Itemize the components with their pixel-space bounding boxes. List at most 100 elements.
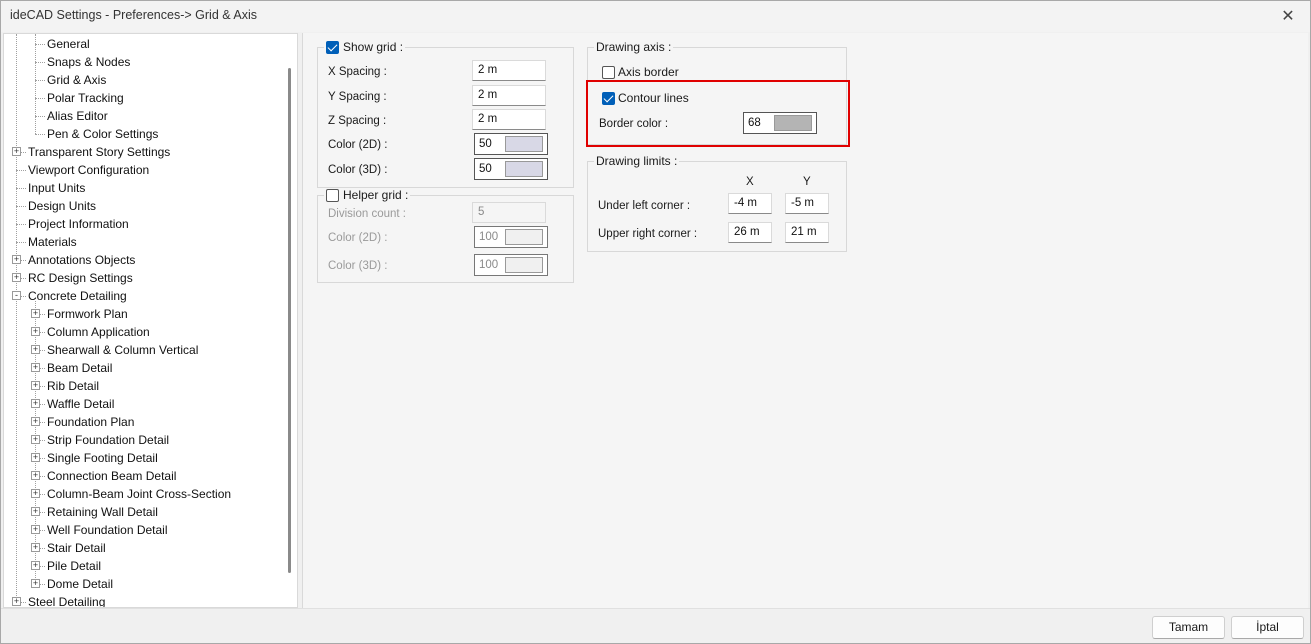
show-grid-header[interactable]: Show grid :	[324, 40, 406, 54]
helper-color-3d-label: Color (3D) :	[328, 260, 388, 272]
expand-icon[interactable]: +	[31, 507, 40, 516]
tree-item[interactable]: General	[4, 35, 286, 53]
highlight-box	[586, 80, 850, 147]
color-2d-value: 50	[479, 138, 492, 150]
tree-item-label: Single Footing Detail	[47, 451, 158, 465]
expand-icon[interactable]: +	[31, 399, 40, 408]
collapse-icon[interactable]: -	[12, 291, 21, 300]
tree-item[interactable]: + Annotations Objects	[4, 251, 286, 269]
division-count-input[interactable]: 5	[472, 202, 546, 223]
window-title: ideCAD Settings - Preferences-> Grid & A…	[10, 8, 257, 22]
tree-item[interactable]: Input Units	[4, 179, 286, 197]
axis-border-option[interactable]: Axis border	[602, 65, 679, 79]
tree-item[interactable]: + Column Application	[4, 323, 286, 341]
tree-item[interactable]: Pen & Color Settings	[4, 125, 286, 143]
tree-item-label: Rib Detail	[47, 379, 100, 393]
x-spacing-input[interactable]: 2 m	[472, 60, 546, 81]
helper-grid-checkbox[interactable]	[326, 188, 339, 202]
upper-right-label: Upper right corner :	[598, 228, 698, 240]
expand-icon[interactable]: +	[31, 363, 40, 372]
tree-item[interactable]: Snaps & Nodes	[4, 53, 286, 71]
title-bar: ideCAD Settings - Preferences-> Grid & A…	[0, 0, 1311, 32]
tree-item[interactable]: + Retaining Wall Detail	[4, 503, 286, 521]
tree-item[interactable]: + Beam Detail	[4, 359, 286, 377]
expand-icon[interactable]: +	[31, 579, 40, 588]
tree-item[interactable]: + Formwork Plan	[4, 305, 286, 323]
expand-icon[interactable]: +	[12, 597, 21, 606]
tree-scrollbar[interactable]	[283, 34, 297, 607]
under-left-y-input[interactable]: -5 m	[785, 193, 829, 214]
tree-item[interactable]: Viewport Configuration	[4, 161, 286, 179]
tree-item-label: Waffle Detail	[47, 397, 115, 411]
expand-icon[interactable]: +	[12, 255, 21, 264]
tree-item-label: Stair Detail	[47, 541, 106, 555]
expand-icon[interactable]: +	[12, 147, 21, 156]
tree-item[interactable]: + Transparent Story Settings	[4, 143, 286, 161]
tree-item-label: Foundation Plan	[47, 415, 135, 429]
tree-item[interactable]: + Pile Detail	[4, 557, 286, 575]
expand-icon[interactable]: +	[12, 273, 21, 282]
upper-right-x-input[interactable]: 26 m	[728, 222, 772, 243]
tree-item[interactable]: Design Units	[4, 197, 286, 215]
helper-color-2d-picker[interactable]: 100	[474, 226, 548, 248]
tree-item[interactable]: + Foundation Plan	[4, 413, 286, 431]
helper-color-3d-picker[interactable]: 100	[474, 254, 548, 276]
expand-icon[interactable]: +	[31, 345, 40, 354]
expand-icon[interactable]: +	[31, 471, 40, 480]
axis-border-label: Axis border	[618, 65, 679, 79]
helper-color-3d-value: 100	[479, 259, 499, 271]
tree-item[interactable]: Grid & Axis	[4, 71, 286, 89]
ok-button[interactable]: Tamam	[1152, 616, 1225, 639]
expand-icon[interactable]: +	[31, 309, 40, 318]
tree-item-label: Viewport Configuration	[28, 163, 150, 177]
expand-icon[interactable]: +	[31, 543, 40, 552]
close-icon[interactable]: ✕	[1265, 0, 1311, 32]
tree-item-label: Column Application	[47, 325, 150, 339]
tree-item[interactable]: Polar Tracking	[4, 89, 286, 107]
cancel-button[interactable]: İptal	[1231, 616, 1304, 639]
tree-item[interactable]: Alias Editor	[4, 107, 286, 125]
z-spacing-input[interactable]: 2 m	[472, 109, 546, 130]
tree-item[interactable]: - Concrete Detailing	[4, 287, 286, 305]
upper-right-y-input[interactable]: 21 m	[785, 222, 829, 243]
tree-item-label: Well Foundation Detail	[47, 523, 168, 537]
tree-item[interactable]: + Steel Detailing	[4, 593, 286, 608]
tree-item-label: Transparent Story Settings	[28, 145, 171, 159]
column-y-header: Y	[803, 176, 811, 188]
expand-icon[interactable]: +	[31, 453, 40, 462]
settings-tree[interactable]: General Snaps & Nodes Grid & Axis Polar Tra…	[3, 33, 298, 608]
color-2d-picker[interactable]: 50	[474, 133, 548, 155]
tree-item[interactable]: Project Information	[4, 215, 286, 233]
tree-item[interactable]: + Stair Detail	[4, 539, 286, 557]
expand-icon[interactable]: +	[31, 489, 40, 498]
expand-icon[interactable]: +	[31, 561, 40, 570]
tree-item[interactable]: + Well Foundation Detail	[4, 521, 286, 539]
axis-border-checkbox[interactable]	[602, 65, 615, 79]
show-grid-checkbox[interactable]	[326, 40, 339, 54]
tree-item[interactable]: + RC Design Settings	[4, 269, 286, 287]
color-3d-picker[interactable]: 50	[474, 158, 548, 180]
helper-grid-label: Helper grid :	[343, 188, 409, 202]
tree-item-label: Steel Detailing	[28, 595, 106, 608]
expand-icon[interactable]: +	[31, 327, 40, 336]
expand-icon[interactable]: +	[31, 381, 40, 390]
color-2d-label: Color (2D) :	[328, 139, 388, 151]
y-spacing-input[interactable]: 2 m	[472, 85, 546, 106]
tree-item[interactable]: + Waffle Detail	[4, 395, 286, 413]
expand-icon[interactable]: +	[31, 417, 40, 426]
tree-item[interactable]: + Single Footing Detail	[4, 449, 286, 467]
tree-item[interactable]: + Rib Detail	[4, 377, 286, 395]
tree-item[interactable]: + Shearwall & Column Vertical	[4, 341, 286, 359]
tree-item[interactable]: + Connection Beam Detail	[4, 467, 286, 485]
under-left-x-input[interactable]: -4 m	[728, 193, 772, 214]
expand-icon[interactable]: +	[31, 435, 40, 444]
expand-icon[interactable]: +	[31, 525, 40, 534]
z-spacing-label: Z Spacing :	[328, 115, 387, 127]
tree-item[interactable]: + Column-Beam Joint Cross-Section	[4, 485, 286, 503]
helper-grid-header[interactable]: Helper grid :	[324, 188, 411, 202]
tree-item[interactable]: + Dome Detail	[4, 575, 286, 593]
tree-item[interactable]: + Strip Foundation Detail	[4, 431, 286, 449]
scrollbar-thumb[interactable]	[288, 68, 291, 573]
tree-item-label: Shearwall & Column Vertical	[47, 343, 199, 357]
tree-item[interactable]: Materials	[4, 233, 286, 251]
